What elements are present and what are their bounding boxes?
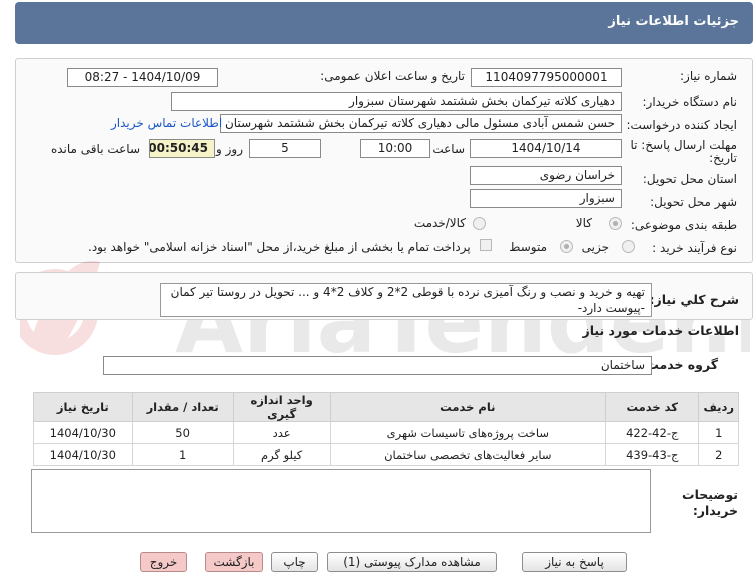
col-quantity: تعداد / مقدار <box>131 392 234 422</box>
table-header-row: ردیف کد خدمت نام خدمت واحد اندازه گیری ت… <box>33 392 739 422</box>
col-unit: واحد اندازه گیری <box>232 392 331 422</box>
cell-need-date: 1404/10/30 <box>33 443 133 466</box>
purchase-type-label: نوع فرآیند خرید : <box>652 241 737 255</box>
services-table: ردیف کد خدمت نام خدمت واحد اندازه گیری ت… <box>33 392 739 466</box>
cell-need-date: 1404/10/30 <box>33 421 133 444</box>
deadline-date-field: 1404/10/14 <box>470 139 622 158</box>
cell-row-number: 2 <box>698 443 739 466</box>
col-need-date: تاریخ نیاز <box>33 392 133 422</box>
reply-button[interactable]: پاسخ به نیاز <box>522 552 627 572</box>
back-button[interactable]: بازگشت <box>205 552 263 572</box>
cell-row-number: 1 <box>698 421 739 444</box>
col-service-name: نام خدمت <box>329 392 607 422</box>
need-number-field: 1104097795000001 <box>471 68 622 87</box>
col-service-code: کد خدمت <box>604 392 700 422</box>
announce-datetime-label: تاریخ و ساعت اعلان عمومی: <box>320 69 465 83</box>
cell-quantity: 1 <box>131 443 234 466</box>
service-group-label: گروه خدمت: <box>641 357 718 372</box>
page-header: جزئیات اطلاعات نیاز <box>15 2 753 44</box>
days-remaining-field: 5 <box>249 139 321 158</box>
category-goods-service-label: کالا/خدمت <box>413 216 466 230</box>
need-number-label: شماره نیاز: <box>680 69 737 83</box>
cell-service-name: ساخت پروژه‌های تاسیسات شهری <box>329 421 607 444</box>
cell-unit: کیلو گرم <box>232 443 331 466</box>
deadline-label: مهلت ارسال پاسخ: تا <box>630 138 737 152</box>
deadline-time-label: ساعت <box>432 142 465 156</box>
need-info-section <box>15 58 753 263</box>
buyer-notes-label-2: خریدار: <box>692 503 738 518</box>
cell-service-code: ج-43-439 <box>604 443 700 466</box>
services-section-title: اطلاعات خدمات مورد نیاز <box>582 323 740 338</box>
view-attachments-button[interactable]: مشاهده مدارک پیوستی (1) <box>327 552 497 572</box>
city-field: سبزوار <box>470 189 622 208</box>
treasury-payment-note: پرداخت تمام یا بخشی از مبلغ خرید،از محل … <box>88 240 471 254</box>
category-goods-radio[interactable] <box>609 217 622 230</box>
purchase-minor-label: جزیی <box>581 240 609 254</box>
buyer-contact-link[interactable]: اطلاعات تماس خریدار <box>111 116 222 130</box>
print-button[interactable]: چاپ <box>271 552 318 572</box>
col-row-number: ردیف <box>698 392 739 422</box>
service-group-field: ساختمان <box>103 356 652 375</box>
exit-button[interactable]: خروج <box>140 552 187 572</box>
cell-unit: عدد <box>232 421 331 444</box>
category-goods-service-radio[interactable] <box>473 217 486 230</box>
announce-datetime-field: 1404/10/09 - 08:27 <box>67 68 218 87</box>
summary-textarea[interactable]: تهیه و خرید و نصب و رنگ آمیزی نرده با قو… <box>160 283 652 317</box>
deadline-label-date: تاریخ: <box>709 151 737 165</box>
remaining-time-label: ساعت باقی مانده <box>50 142 140 156</box>
cell-service-name: سایر فعالیت‌های تخصصی ساختمان <box>329 443 607 466</box>
remaining-time-field: 00:50:45 <box>149 139 215 158</box>
category-label: طبقه بندی موضوعی: <box>630 218 737 232</box>
purchase-minor-radio[interactable] <box>622 240 635 253</box>
purchase-medium-radio[interactable] <box>560 240 573 253</box>
summary-label: شرح کلي نياز: <box>649 292 739 307</box>
buyer-notes-label: توضیحات <box>682 487 738 502</box>
table-row: 2 ج-43-439 سایر فعالیت‌های تخصصی ساختمان… <box>33 443 739 466</box>
province-label: استان محل تحویل: <box>642 172 737 186</box>
creator-field: حسن شمس آبادی مسئول مالی دهیاری کلاته تی… <box>220 114 622 133</box>
buyer-notes-textarea[interactable] <box>31 469 651 533</box>
buyer-org-field: دهیاری کلاته تیرکمان بخش ششتمد شهرستان س… <box>171 92 622 111</box>
city-label: شهر محل تحویل: <box>650 195 737 209</box>
cell-service-code: ج-42-422 <box>604 421 700 444</box>
deadline-time-field: 10:00 <box>360 139 430 158</box>
province-field: خراسان رضوی <box>470 166 622 185</box>
table-row: 1 ج-42-422 ساخت پروژه‌های تاسیسات شهری ع… <box>33 421 739 444</box>
purchase-medium-label: متوسط <box>509 240 547 254</box>
cell-quantity: 50 <box>131 421 234 444</box>
creator-label: ایجاد کننده درخواست: <box>626 118 737 132</box>
treasury-payment-checkbox[interactable] <box>480 239 492 251</box>
days-label: روز و <box>216 142 243 156</box>
category-goods-label: کالا <box>575 216 592 230</box>
buyer-org-label: نام دستگاه خریدار: <box>642 95 738 109</box>
page-title: جزئیات اطلاعات نیاز <box>608 14 739 29</box>
